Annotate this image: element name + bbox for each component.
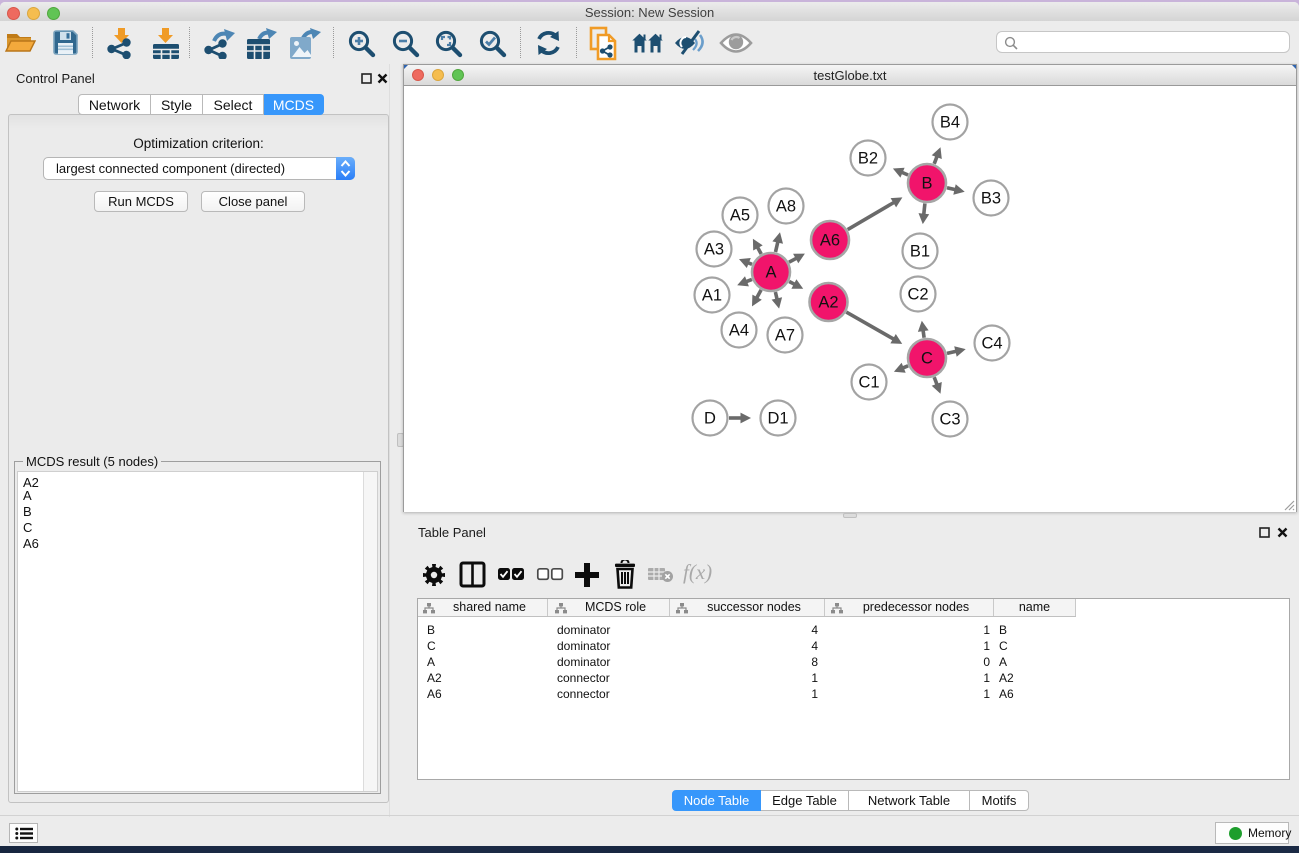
svg-text:A7: A7	[775, 327, 795, 345]
svg-text:B3: B3	[981, 190, 1001, 208]
svg-text:A6: A6	[820, 232, 840, 250]
svg-text:C: C	[921, 350, 933, 368]
svg-text:A5: A5	[730, 207, 750, 225]
svg-text:A3: A3	[704, 241, 724, 259]
svg-text:B1: B1	[910, 243, 930, 261]
svg-text:D: D	[704, 410, 716, 428]
svg-text:A2: A2	[818, 294, 838, 312]
svg-text:A4: A4	[729, 322, 749, 340]
svg-text:B2: B2	[858, 150, 878, 168]
svg-text:C2: C2	[907, 286, 928, 304]
svg-text:B4: B4	[940, 114, 960, 132]
svg-text:A: A	[765, 264, 776, 282]
svg-text:B: B	[921, 175, 932, 193]
svg-text:A8: A8	[776, 198, 796, 216]
svg-text:D1: D1	[767, 410, 788, 428]
svg-text:C3: C3	[939, 411, 960, 429]
svg-text:C4: C4	[981, 335, 1002, 353]
svg-text:C1: C1	[858, 374, 879, 392]
svg-text:A1: A1	[702, 287, 722, 305]
